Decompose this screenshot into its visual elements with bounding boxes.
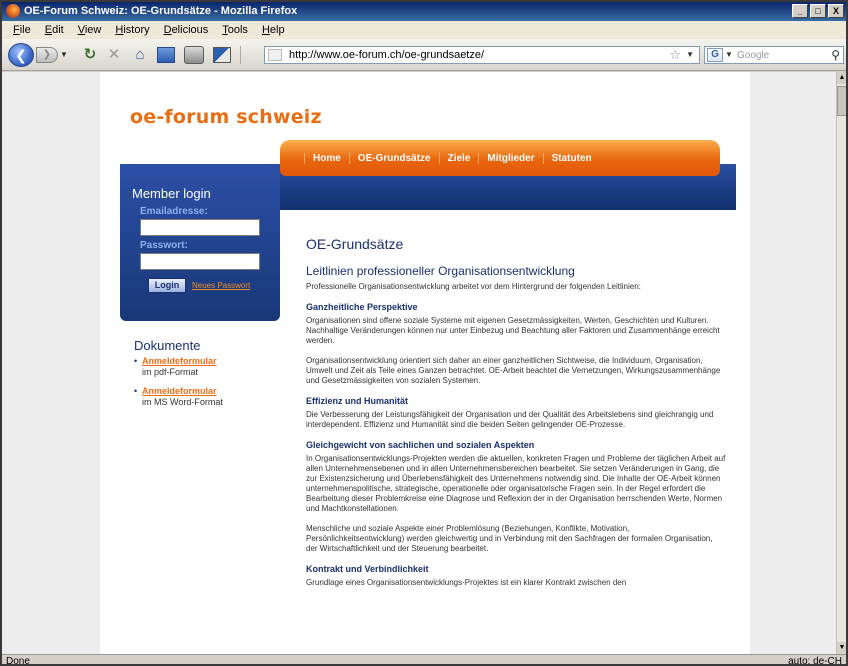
menu-tools[interactable]: Tools (215, 24, 255, 36)
page-title: OE-Grundsätze (306, 236, 404, 252)
toolbar-separator (240, 46, 241, 64)
language-indicator[interactable]: auto: de-CH (788, 656, 842, 664)
menu-file[interactable]: File (6, 24, 38, 36)
firefox-icon (6, 4, 20, 18)
site-logo[interactable]: oe-forum schweiz (130, 106, 322, 128)
search-box[interactable]: G ▼ Google ⚲ (704, 46, 844, 64)
menu-delicious[interactable]: Delicious (157, 24, 216, 36)
search-icon[interactable]: ⚲ (831, 48, 840, 62)
history-dropdown-icon[interactable]: ▼ (60, 50, 68, 59)
browser-window: OE-Forum Schweiz: OE-Grundsätze - Mozill… (0, 0, 848, 666)
email-label: Emailadresse: (140, 206, 208, 217)
search-input[interactable]: Google (737, 50, 769, 61)
page-subtitle: Leitlinien professioneller Organisations… (306, 264, 575, 278)
scroll-down-icon[interactable]: ▼ (837, 642, 846, 654)
document-format-label: im MS Word-Format (142, 397, 223, 407)
main-navigation: Home OE-Grundsätze Ziele Mitglieder Stat… (280, 140, 720, 176)
reload-icon[interactable]: ↻ (80, 46, 100, 64)
section-heading: Gleichgewicht von sachlichen und soziale… (306, 440, 535, 450)
main-content: OE-Grundsätze Leitlinien professioneller… (280, 210, 740, 654)
nav-oe-grundsaetze[interactable]: OE-Grundsätze (348, 152, 439, 164)
nav-home[interactable]: Home (304, 152, 349, 164)
vertical-scrollbar[interactable]: ▲ ▼ (836, 72, 846, 654)
menu-view[interactable]: View (71, 24, 109, 36)
page-favicon-icon (268, 49, 282, 61)
scroll-up-icon[interactable]: ▲ (837, 72, 846, 84)
intro-text: Professionelle Organisationsentwicklung … (306, 282, 641, 291)
nav-mitglieder[interactable]: Mitglieder (478, 152, 542, 164)
section-paragraph: Grundlage eines Organisationsentwicklung… (306, 578, 627, 587)
navigation-toolbar: ❮ ❯ ▼ ↻ ✕ ⌂ http://www.oe-forum.ch/oe-gr… (2, 39, 846, 71)
close-button[interactable]: X (828, 4, 844, 18)
menu-edit[interactable]: Edit (38, 24, 71, 36)
minimize-button[interactable]: _ (792, 4, 808, 18)
menu-history[interactable]: History (108, 24, 156, 36)
search-engine-icon[interactable]: G (707, 48, 723, 62)
printer-icon[interactable] (184, 46, 204, 64)
bookmark-star-icon[interactable]: ☆ (669, 47, 681, 63)
list-item: • Anmeldeformular im pdf-Format (134, 356, 274, 380)
scroll-thumb[interactable] (837, 86, 846, 116)
new-password-link[interactable]: Neues Passwort (192, 281, 250, 290)
login-button[interactable]: Login (148, 278, 186, 293)
bullet-icon: • (134, 356, 138, 366)
document-format-label: im pdf-Format (142, 367, 199, 377)
web-page: oe-forum schweiz Home OE-Grundsätze Ziel… (100, 72, 750, 654)
section-paragraph: In Organisationsentwicklungs-Projekten w… (306, 454, 726, 513)
home-icon[interactable]: ⌂ (130, 46, 150, 64)
bullet-icon: • (134, 386, 138, 396)
url-text[interactable]: http://www.oe-forum.ch/oe-grundsaetze/ (289, 49, 484, 61)
back-button[interactable]: ❮ (8, 43, 34, 67)
section-heading: Ganzheitliche Perspektive (306, 302, 418, 312)
title-bar: OE-Forum Schweiz: OE-Grundsätze - Mozill… (2, 2, 846, 21)
window-title: OE-Forum Schweiz: OE-Grundsätze - Mozill… (24, 5, 298, 17)
login-title: Member login (132, 186, 211, 201)
list-item: • Anmeldeformular im MS Word-Format (134, 386, 274, 410)
page-viewport: oe-forum schweiz Home OE-Grundsätze Ziel… (2, 72, 836, 654)
document-link-word[interactable]: Anmeldeformular (142, 386, 217, 397)
section-paragraph: Organisationsentwicklung orientiert sich… (306, 356, 721, 385)
maximize-button[interactable]: □ (810, 4, 826, 18)
menu-help[interactable]: Help (255, 24, 292, 36)
password-label: Passwort: (140, 240, 188, 251)
url-bar[interactable]: http://www.oe-forum.ch/oe-grundsaetze/ ☆… (264, 46, 700, 64)
section-paragraph: Die Verbesserung der Leistungsfähigkeit … (306, 410, 714, 429)
password-field[interactable] (140, 253, 260, 270)
search-engine-dropdown-icon[interactable]: ▼ (725, 50, 733, 59)
section-paragraph: Menschliche und soziale Aspekte einer Pr… (306, 524, 713, 553)
section-heading: Kontrakt und Verbindlichkeit (306, 564, 429, 574)
document-link-pdf[interactable]: Anmeldeformular (142, 356, 217, 367)
bookmark-icon[interactable] (157, 47, 175, 63)
fullscreen-icon[interactable] (213, 47, 231, 63)
status-text: Done (6, 656, 30, 666)
nav-ziele[interactable]: Ziele (438, 152, 479, 164)
nav-statuten[interactable]: Statuten (542, 152, 600, 164)
status-bar: Done auto: de-CH (2, 654, 846, 666)
url-dropdown-icon[interactable]: ▼ (686, 50, 694, 59)
section-paragraph: Organisationen sind offene soziale Syste… (306, 316, 720, 345)
documents-title: Dokumente (134, 338, 201, 353)
section-heading: Effizienz und Humanität (306, 396, 408, 406)
menu-bar: File Edit View History Delicious Tools H… (2, 21, 846, 39)
stop-icon[interactable]: ✕ (104, 46, 124, 64)
email-field[interactable] (140, 219, 260, 236)
forward-button[interactable]: ❯ (36, 47, 58, 63)
